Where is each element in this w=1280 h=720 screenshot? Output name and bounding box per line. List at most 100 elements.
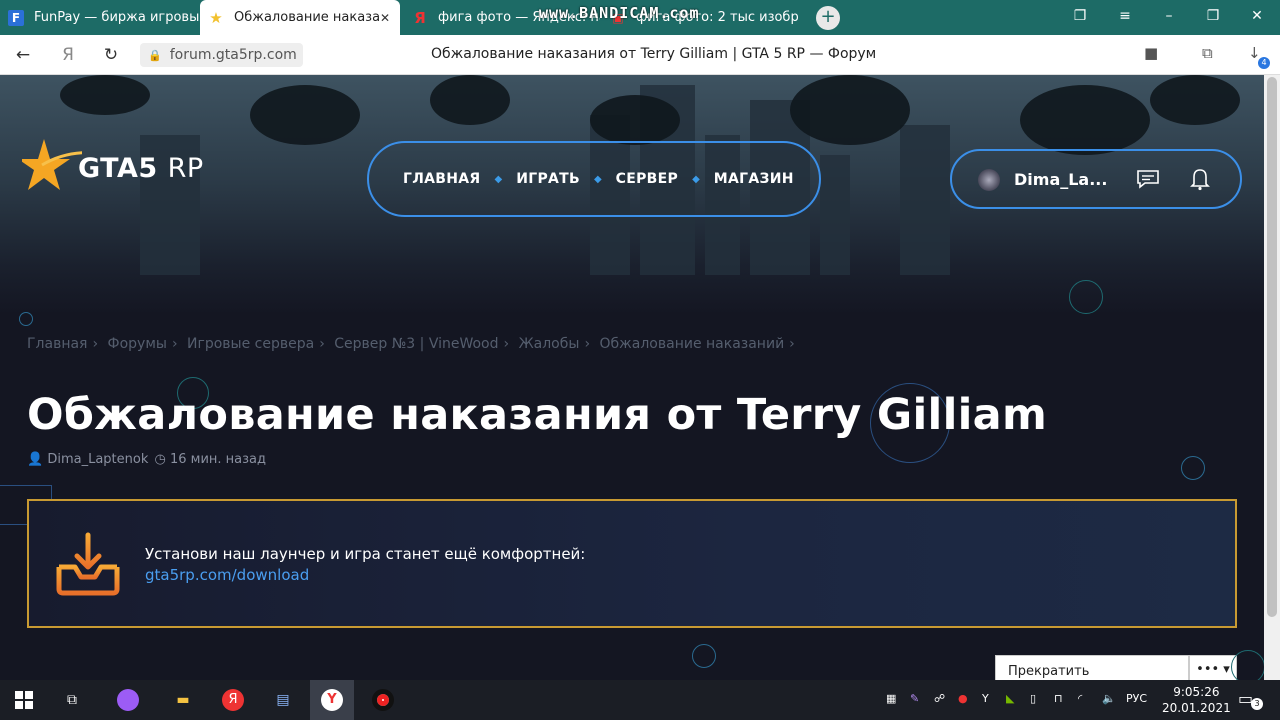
yandex-home-icon[interactable]: Я xyxy=(57,45,79,65)
chevron-right-icon: › xyxy=(503,336,510,352)
nvidia-icon[interactable]: ◣ xyxy=(1006,692,1014,705)
more-options-label: ••• xyxy=(1196,662,1220,677)
record-icon[interactable]: ● xyxy=(958,692,968,705)
notifications-icon[interactable] xyxy=(1190,167,1210,191)
forum-page: GTA5 RP ГЛАВНАЯ ◆ ИГРАТЬ ◆ СЕРВЕР ◆ МАГА… xyxy=(0,75,1264,680)
address-bar: ← Я ↻ 🔒 forum.gta5rp.com Обжалование нак… xyxy=(0,35,1280,75)
decor-ring xyxy=(1181,456,1205,480)
banner-text: Установи наш лаунчер и игра станет ещё к… xyxy=(145,545,586,563)
protect-icon[interactable]: ⧉ xyxy=(1202,44,1213,62)
reload-icon[interactable]: ↻ xyxy=(100,45,122,65)
page-title: Обжалование наказания от Terry Gilliam |… xyxy=(431,46,877,62)
thread-time[interactable]: 16 мин. назад xyxy=(170,452,266,467)
main-nav: ГЛАВНАЯ ◆ ИГРАТЬ ◆ СЕРВЕР ◆ МАГАЗИН xyxy=(367,141,821,217)
bandicam-watermark: www.BANDICAM.com xyxy=(539,4,700,22)
yandex-browser-icon[interactable]: Y xyxy=(310,680,354,720)
tray-app-icon[interactable]: ☍ xyxy=(934,692,945,705)
funpay-icon: F xyxy=(8,9,24,26)
clock-time: 9:05:26 xyxy=(1173,685,1220,699)
nav-play[interactable]: ИГРАТЬ xyxy=(516,171,580,187)
tab-title: FunPay — биржа игровых xyxy=(34,10,200,25)
nav-server[interactable]: СЕРВЕР xyxy=(616,171,678,187)
volume-icon[interactable]: 🔈 xyxy=(1102,692,1116,705)
decor-ring xyxy=(19,312,33,326)
user-panel: Dima_La... xyxy=(950,149,1242,209)
usb-icon[interactable]: ⊓ xyxy=(1054,692,1063,705)
new-tab-button[interactable]: + xyxy=(816,6,840,30)
breadcrumb-item[interactable]: Сервер №3 | VineWood xyxy=(334,336,498,352)
windows-start-icon[interactable] xyxy=(12,688,36,712)
breadcrumb-item[interactable]: Форумы xyxy=(108,336,167,352)
breadcrumb-item[interactable]: Жалобы xyxy=(519,336,580,352)
logo-text-bold: GTA5 xyxy=(78,153,158,184)
pen-icon[interactable]: ✎ xyxy=(910,692,919,705)
wifi-icon[interactable]: ◜ xyxy=(1078,692,1082,705)
chevron-right-icon: › xyxy=(584,336,591,352)
star-icon: ★ xyxy=(209,8,223,27)
browser-tab-bar: F FunPay — биржа игровых ★ Обжалование н… xyxy=(0,0,1280,35)
download-link[interactable]: gta5rp.com/download xyxy=(145,566,309,584)
launcher-banner: Установи наш лаунчер и игра станет ещё к… xyxy=(27,499,1237,628)
breadcrumb-item[interactable]: Игровые сервера xyxy=(187,336,314,352)
messages-icon[interactable] xyxy=(1136,169,1160,189)
page-scrollbar[interactable] xyxy=(1264,75,1280,680)
chevron-right-icon: › xyxy=(171,336,178,352)
downloads-badge: 4 xyxy=(1258,57,1270,69)
alice-icon[interactable] xyxy=(116,688,140,712)
username[interactable]: Dima_La... xyxy=(1014,170,1107,189)
task-view-icon[interactable]: ⧉ xyxy=(60,688,84,712)
logo-text-light: RP xyxy=(167,153,204,184)
breadcrumb-item[interactable]: Обжалование наказаний xyxy=(600,336,785,352)
more-options-button[interactable]: ••• ▾ xyxy=(1189,655,1237,680)
nav-shop[interactable]: МАГАЗИН xyxy=(714,171,794,187)
decor-ring xyxy=(692,644,716,668)
close-tab-icon[interactable]: ✕ xyxy=(380,11,390,25)
back-icon[interactable]: ← xyxy=(12,45,34,65)
bookmarks-icon[interactable]: ❐ xyxy=(1070,8,1090,24)
breadcrumb: Главная › Форумы › Игровые сервера › Сервер… xyxy=(27,336,800,352)
close-window-icon[interactable]: ✕ xyxy=(1247,8,1267,24)
taskbar-clock[interactable]: 9:05:26 20.01.2021 xyxy=(1162,684,1231,716)
nav-separator-icon: ◆ xyxy=(593,173,602,185)
nav-separator-icon: ◆ xyxy=(494,173,503,185)
yandex-tray-icon[interactable]: Y xyxy=(982,692,989,705)
user-icon: 👤 xyxy=(27,452,44,467)
thread-meta: 👤 Dima_Laptenok ◷ 16 мин. назад xyxy=(27,452,266,467)
scrollbar-thumb[interactable] xyxy=(1267,77,1277,617)
app-icon[interactable]: ▤ xyxy=(271,688,295,712)
url-text: forum.gta5rp.com xyxy=(169,47,297,63)
restore-icon[interactable]: ❐ xyxy=(1203,8,1223,24)
clock-icon: ◷ xyxy=(154,452,166,467)
chevron-right-icon: › xyxy=(319,336,325,352)
windows-taskbar: ⧉ ▬ Я ▤ Y ▦ ✎ ☍ ● Y ◣ ▯ ⊓ ◜ 🔈 РУС 9:05:2… xyxy=(0,680,1280,720)
url-field[interactable]: 🔒 forum.gta5rp.com xyxy=(140,43,303,67)
bandicam-icon[interactable] xyxy=(371,688,395,712)
download-icon xyxy=(56,532,120,596)
chevron-right-icon: › xyxy=(92,336,99,352)
thread-title: Обжалование наказания от Terry Gilliam xyxy=(27,390,1048,440)
thread-author[interactable]: Dima_Laptenok xyxy=(47,452,148,467)
tab-funpay[interactable]: F FunPay — биржа игровых xyxy=(0,0,200,35)
gta5rp-logo[interactable]: GTA5 RP xyxy=(22,137,222,197)
decor-ring xyxy=(1231,650,1264,680)
chevron-right-icon: › xyxy=(789,336,795,352)
minimize-icon[interactable]: – xyxy=(1159,8,1179,24)
tab-current[interactable]: ★ Обжалование наказа ✕ xyxy=(200,0,400,35)
epic-games-icon[interactable]: ▦ xyxy=(886,692,896,705)
tab-title: Обжалование наказа xyxy=(234,10,381,25)
language-indicator[interactable]: РУС xyxy=(1126,692,1147,705)
avatar[interactable] xyxy=(978,169,1000,191)
nav-home[interactable]: ГЛАВНАЯ xyxy=(403,171,481,187)
decor-ring xyxy=(1069,280,1103,314)
battery-icon[interactable]: ▯ xyxy=(1030,692,1036,705)
menu-icon[interactable]: ≡ xyxy=(1115,8,1135,24)
lock-icon: 🔒 xyxy=(148,48,162,62)
yandex-app-icon[interactable]: Я xyxy=(221,688,245,712)
bookmark-icon[interactable]: ■ xyxy=(1144,44,1158,62)
nav-separator-icon: ◆ xyxy=(692,173,700,185)
star-logo-icon xyxy=(22,139,82,190)
file-explorer-icon[interactable]: ▬ xyxy=(171,688,195,712)
stop-watching-button[interactable]: Прекратить отслеживание xyxy=(995,655,1189,680)
clock-date: 20.01.2021 xyxy=(1162,701,1231,715)
breadcrumb-item[interactable]: Главная xyxy=(27,336,87,352)
